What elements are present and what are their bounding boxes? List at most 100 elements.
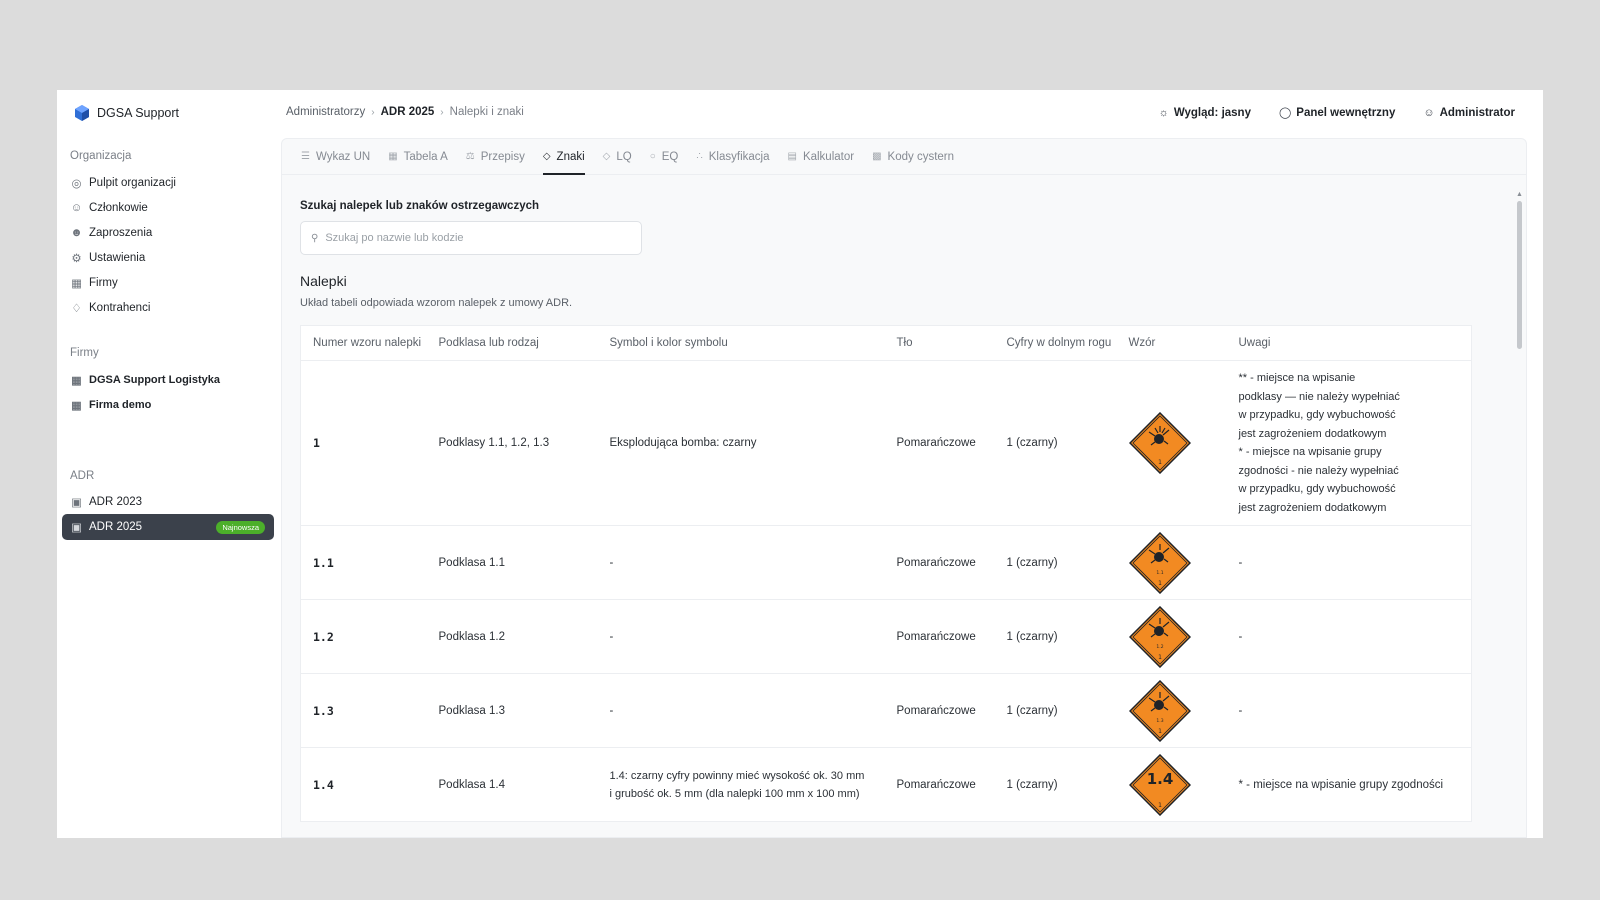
tab-regulations[interactable]: ⚖ Przepisy — [466, 139, 525, 175]
diamond-icon: ◇ — [542, 151, 551, 162]
brand[interactable]: DGSA Support — [73, 104, 179, 122]
user-menu-button[interactable]: ☺ Administrator — [1423, 107, 1515, 119]
section-description: Układ tabeli odpowiada wzorom nalepek z … — [300, 297, 573, 309]
shield-icon: ◯ — [1278, 107, 1292, 119]
explosive-label-icon: 1.1 1 — [1128, 531, 1191, 594]
table-icon: ▦ — [388, 151, 398, 162]
share-icon: ∴ — [696, 151, 703, 162]
cell-background: Pomarańczowe — [884, 525, 995, 600]
sidebar-item-members[interactable]: ☺ Członkowie — [69, 197, 277, 219]
newest-badge: Najnowsza — [216, 521, 265, 534]
note-line: jest zagrożeniem dodatkowym — [1238, 501, 1387, 514]
tab-calculator[interactable]: ▤ Kalkulator — [787, 139, 854, 175]
sidebar-item-dashboard[interactable]: ◎ Pulpit organizacji — [69, 172, 277, 194]
cell-digits: 1 (czarny) — [994, 525, 1117, 600]
cell-pattern: 1.2 1 — [1116, 599, 1227, 674]
column-header: Podklasa lub rodzaj — [426, 325, 598, 361]
user-icon: ☺ — [1423, 106, 1435, 119]
sidebar-item-settings[interactable]: ⚙ Ustawienia — [69, 247, 277, 269]
sidebar-item-label: DGSA Support Logistyka — [89, 374, 220, 386]
explosive-label-icon: 1 — [1128, 412, 1191, 474]
column-header: Cyfry w dolnym rogu — [994, 325, 1117, 361]
table-row: 1.1 Podklasa 1.1 - Pomarańczowe 1 (czarn… — [300, 525, 1472, 600]
sidebar-item-label: ADR 2025 — [89, 521, 143, 533]
search-input[interactable] — [325, 232, 626, 244]
sidebar-item-invitations[interactable]: ☻ Zaproszenia — [69, 222, 277, 244]
tab-eq[interactable]: ○ EQ — [650, 139, 679, 175]
svg-text:1: 1 — [1158, 654, 1162, 661]
sidebar-item-contractors[interactable]: ♢ Kontrahenci — [69, 297, 277, 319]
sidebar-item-label: Ustawienia — [89, 252, 146, 264]
breadcrumb-item-current: Nalepki i znaki — [449, 106, 524, 118]
table-header-row: Numer wzoru nalepki Podklasa lub rodzaj … — [300, 325, 1472, 361]
tab-label: EQ — [661, 150, 679, 163]
pattern-text: 1.3 — [1156, 718, 1163, 724]
search-field[interactable]: ⚲ — [300, 221, 642, 255]
scrollbar-thumb[interactable] — [1517, 201, 1522, 349]
tab-label: Znaki — [556, 150, 585, 163]
breadcrumb-item-adr-2025[interactable]: ADR 2025 — [381, 106, 435, 118]
tab-bar: ☰ Wykaz UN ▦ Tabela A ⚖ Przepisy ◇ Znaki ◇ LQ… — [282, 139, 1526, 175]
tab-label: Kody cystern — [887, 150, 955, 163]
cell-number: 1.3 — [300, 673, 427, 748]
sidebar-item-adr-2023[interactable]: ▣ ADR 2023 — [69, 491, 277, 513]
tab-signs[interactable]: ◇ Znaki — [542, 139, 585, 175]
tab-lq[interactable]: ◇ LQ — [603, 139, 632, 175]
document-icon: ▣ — [71, 522, 82, 534]
svg-text:1: 1 — [1158, 459, 1162, 466]
main-panel: ☰ Wykaz UN ▦ Tabela A ⚖ Przepisy ◇ Znaki ◇ LQ… — [281, 138, 1527, 838]
tab-un-list[interactable]: ☰ Wykaz UN — [301, 139, 370, 175]
breadcrumb-item-admins[interactable]: Administratorzy — [286, 106, 365, 118]
breadcrumb: Administratorzy › ADR 2025 › Nalepki i z… — [286, 106, 524, 118]
note-line: ** - miejsce na wpisanie — [1238, 372, 1356, 384]
sidebar-item-companies[interactable]: ▦ Firmy — [69, 272, 277, 294]
scale-icon: ⚖ — [465, 151, 475, 162]
cell-number: 1.4 — [300, 747, 427, 822]
table-row: 1.4 Podklasa 1.4 1.4: czarny cyfry powin… — [300, 747, 1472, 822]
sidebar-item-adr-2025[interactable]: ▣ ADR 2025 Najnowsza — [62, 514, 274, 540]
app-window: DGSA Support Organizacja ◎ Pulpit organi… — [57, 90, 1543, 838]
note-line: jest zagrożeniem dodatkowym — [1238, 427, 1387, 440]
column-header: Tło — [884, 325, 995, 361]
sun-icon: ☼ — [1158, 106, 1169, 119]
note-line: podklasy — nie należy wypełniać — [1238, 390, 1400, 403]
scroll-up-icon[interactable]: ▲ — [1516, 191, 1523, 198]
sidebar-item-label: ADR 2023 — [89, 496, 143, 508]
scrollbar[interactable]: ▲ ▼ — [1514, 191, 1524, 837]
cell-pattern: 1.1 1 — [1116, 525, 1227, 600]
note-line: zgodności - nie należy wypełniać — [1238, 464, 1399, 477]
cell-notes: - — [1226, 599, 1472, 674]
cell-digits: 1 (czarny) — [994, 599, 1117, 674]
cell-subclass: Podklasa 1.2 — [426, 599, 598, 674]
cell-background: Pomarańczowe — [884, 747, 995, 822]
cell-number: 1.2 — [300, 599, 427, 674]
cell-notes: - — [1226, 525, 1472, 600]
cell-symbol: - — [597, 599, 885, 674]
tab-table-a[interactable]: ▦ Tabela A — [388, 139, 448, 175]
circle-icon: ○ — [649, 151, 656, 162]
sidebar-item-firm-logistics[interactable]: ▦ DGSA Support Logistyka — [69, 369, 277, 391]
internal-panel-button[interactable]: ◯ Panel wewnętrzny — [1278, 106, 1395, 120]
column-header: Symbol i kolor symbolu — [597, 325, 885, 361]
explosive-14-label-icon: 1.4 1 — [1128, 753, 1191, 816]
tab-label: Tabela A — [403, 150, 448, 163]
cell-symbol: 1.4: czarny cyfry powinny mieć wysokość … — [597, 747, 885, 822]
cell-background: Pomarańczowe — [884, 360, 995, 526]
svg-text:1: 1 — [1158, 728, 1162, 735]
column-header: Uwagi — [1226, 325, 1472, 361]
cell-digits: 1 (czarny) — [994, 673, 1117, 748]
gear-icon: ⚙ — [71, 253, 82, 265]
sidebar-item-label: Kontrahenci — [89, 302, 151, 314]
tab-label: Przepisy — [480, 150, 525, 163]
cell-background: Pomarańczowe — [884, 599, 995, 674]
note-line: w przypadku, gdy wybuchowość — [1238, 483, 1396, 495]
building-icon: ▦ — [71, 399, 82, 412]
tab-classification[interactable]: ∴ Klasyfikacja — [696, 139, 769, 175]
sidebar-item-firm-demo[interactable]: ▦ Firma demo — [69, 394, 277, 416]
search-label: Szukaj nalepek lub znaków ostrzegawczych — [300, 200, 540, 212]
tab-tank-codes[interactable]: ▩ Kody cystern — [872, 139, 954, 175]
theme-toggle-button[interactable]: ☼ Wygląd: jasny — [1159, 107, 1251, 119]
handshake-icon: ♢ — [71, 303, 82, 315]
chevron-right-icon: › — [371, 106, 375, 118]
explosive-label-icon: 1.3 1 — [1128, 679, 1191, 742]
